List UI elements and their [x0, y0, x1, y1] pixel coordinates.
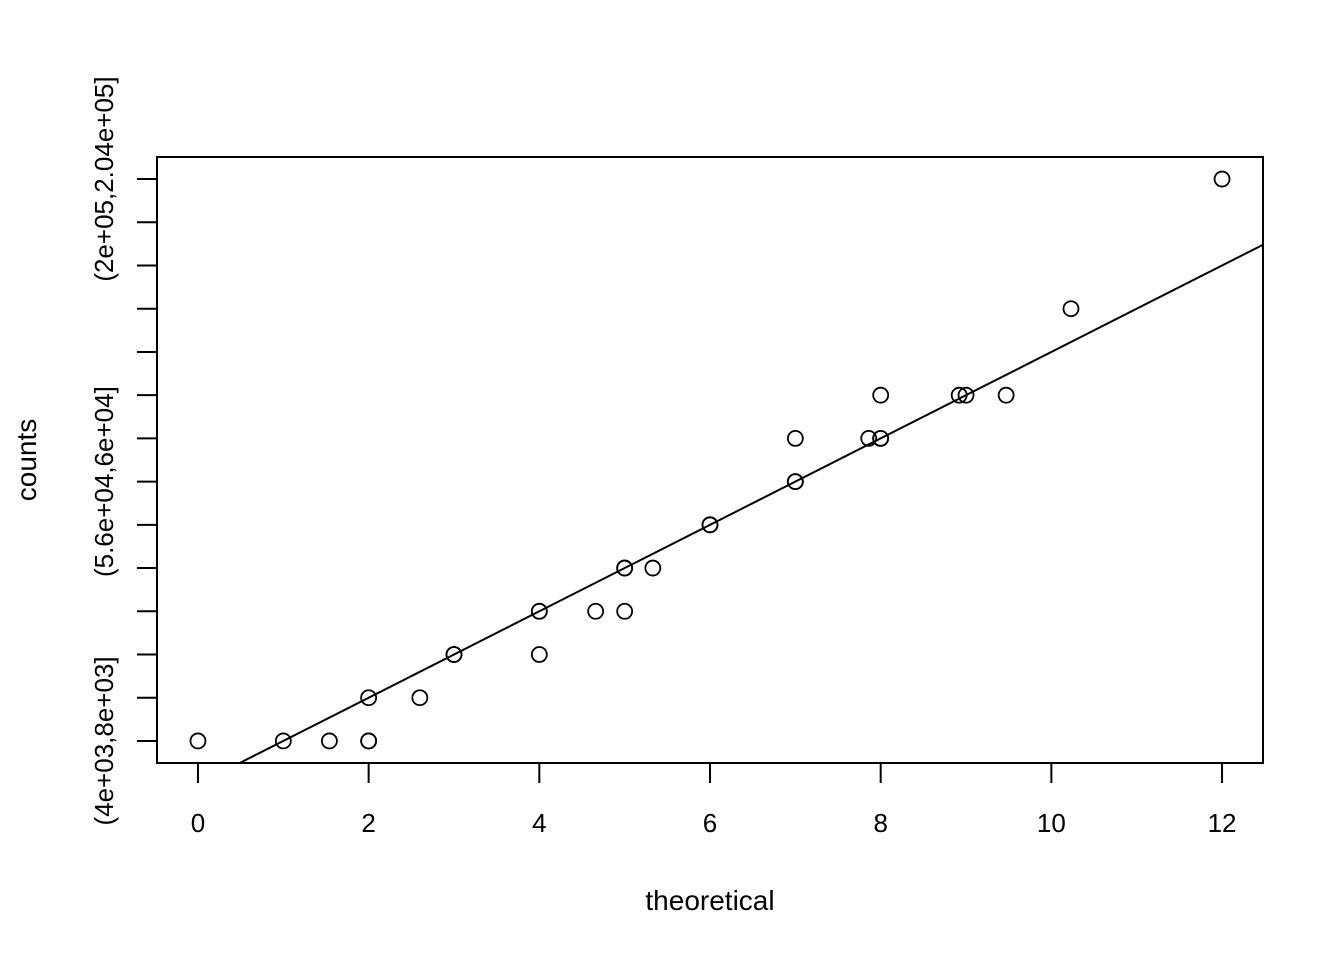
data-point — [320, 732, 338, 750]
data-point — [1213, 170, 1231, 188]
data-point — [189, 732, 207, 750]
y-tick-label: (4e+03,8e+03] — [89, 656, 119, 825]
x-tick-label: 2 — [361, 808, 375, 838]
x-axis: 0 2 4 6 8 10 12 — [191, 762, 1237, 838]
x-tick-label: 6 — [703, 808, 717, 838]
x-tick-label: 0 — [191, 808, 205, 838]
data-point — [997, 386, 1015, 404]
data-point — [411, 689, 429, 707]
x-tick-label: 4 — [532, 808, 546, 838]
x-tick-label: 8 — [873, 808, 887, 838]
data-point — [587, 602, 605, 620]
x-axis-label: theoretical — [645, 885, 774, 916]
reference-line — [237, 243, 1263, 763]
reference-line-group — [237, 243, 1263, 763]
y-axis: (4e+03,8e+03] (5.6e+04,6e+04] (2e+05,2.04e… — [89, 76, 157, 826]
data-point — [360, 732, 378, 750]
x-tick-label: 12 — [1208, 808, 1237, 838]
y-axis-label: counts — [11, 419, 42, 502]
data-point — [616, 602, 634, 620]
data-point — [644, 559, 662, 577]
data-point — [872, 386, 890, 404]
y-tick-label: (5.6e+04,6e+04] — [89, 386, 119, 577]
data-points — [189, 170, 1231, 750]
plot-frame — [156, 156, 1264, 764]
data-point — [530, 646, 548, 663]
x-tick-label: 10 — [1037, 808, 1066, 838]
data-point — [786, 429, 804, 447]
data-point — [1062, 300, 1080, 318]
y-tick-label: (2e+05,2.04e+05] — [89, 76, 119, 281]
qq-plot: 0 2 4 6 8 10 12 (4e+03,8e+03] (5.6e+04,6e+04] (2… — [11, 76, 1264, 916]
